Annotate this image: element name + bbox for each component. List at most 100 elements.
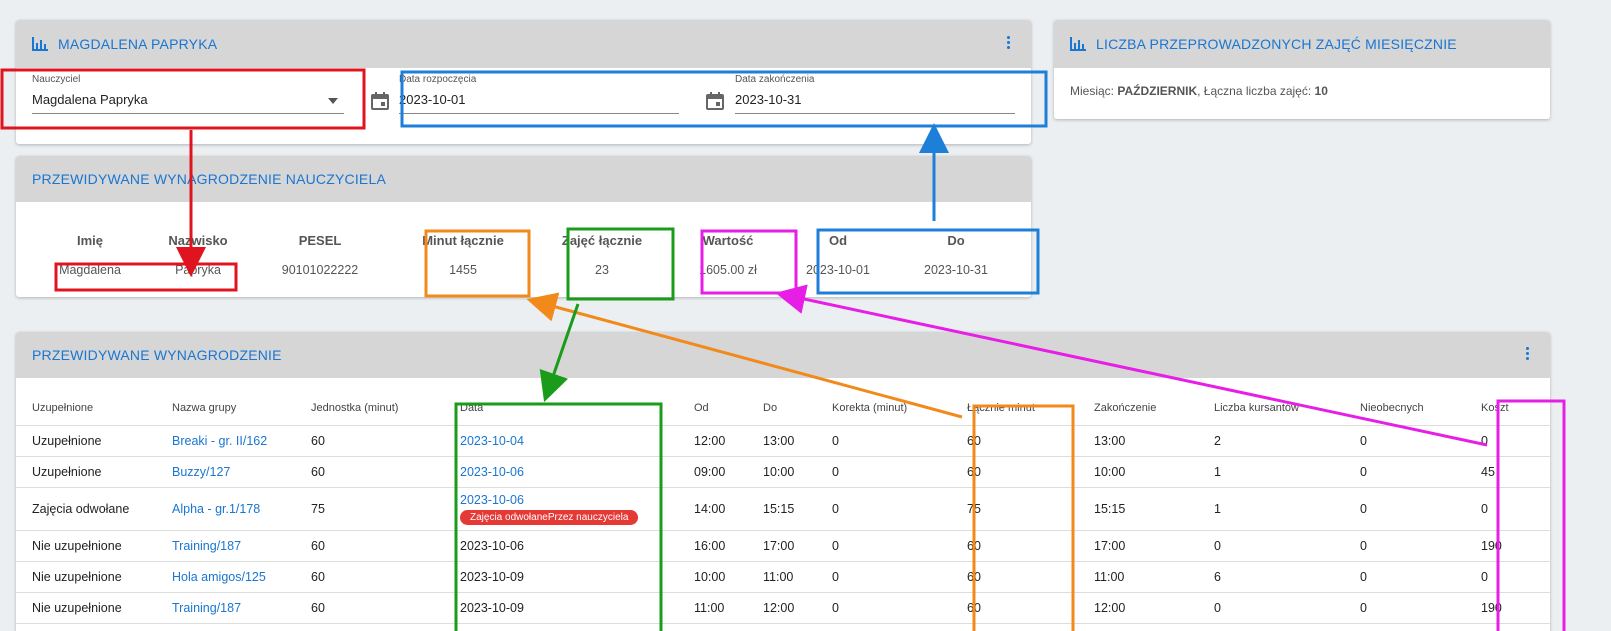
table-row: Nie uzupełnione Training/187 60 2023-10-09 1… xyxy=(16,592,1550,624)
cell-absent: 0 xyxy=(1344,530,1465,562)
cell-absent: 0 xyxy=(1344,456,1465,488)
cell-corr: 0 xyxy=(816,530,951,562)
table-card-header: PRZEWIDYWANE WYNAGRODZENIE xyxy=(16,332,1550,378)
header-value: Wartość xyxy=(702,233,754,248)
cell-cost: 190 xyxy=(1465,530,1550,562)
filter-card-title: MAGDALENA PAPRYKA xyxy=(58,36,218,52)
cell-date: 2023-10-09 xyxy=(444,561,678,593)
start-date-field[interactable]: Data rozpoczęcia 2023-10-01 xyxy=(399,74,679,114)
column-header[interactable]: Do xyxy=(747,392,816,426)
column-header[interactable]: Jednostka (minut) xyxy=(295,392,444,426)
month-value: PAŹDZIERNIK xyxy=(1117,84,1198,98)
cell-cost: 45 xyxy=(1465,456,1550,488)
column-header[interactable]: Liczba kursantów xyxy=(1198,392,1344,426)
cell-date[interactable]: 2023-10-04 xyxy=(444,425,678,457)
cell-end: 13:00 xyxy=(1078,425,1198,457)
dropdown-arrow-icon[interactable] xyxy=(328,98,338,104)
monthly-summary: Miesiąc: PAŹDZIERNIK, Łączna liczba zaję… xyxy=(1070,84,1328,98)
cell-group[interactable]: Hola amigos/125 xyxy=(156,561,295,593)
cell-date: 2023-10-06 xyxy=(444,530,678,562)
cell-corr: 0 xyxy=(816,592,951,624)
table-card-title: PRZEWIDYWANE WYNAGRODZENIE xyxy=(32,347,282,363)
end-date-field[interactable]: Data zakończenia 2023-10-31 xyxy=(735,74,1015,114)
more-vert-icon[interactable] xyxy=(1526,347,1530,363)
cell-date[interactable]: 2023-10-06 Zajęcia odwołanePrzez nauczyci… xyxy=(444,487,678,531)
cell-status: Uzupełnione xyxy=(16,456,156,488)
cell-corr: 0 xyxy=(816,561,951,593)
calendar-icon[interactable] xyxy=(705,91,725,111)
cell-cost: 0 xyxy=(1465,425,1550,457)
table-row: Uzupełnione Buzzy/127 60 2023-10-06 09:00 10:… xyxy=(16,456,1550,488)
cell-absent: 0 xyxy=(1344,425,1465,457)
salary-card-header: PRZEWIDYWANE WYNAGRODZENIE NAUCZYCIELA xyxy=(16,156,1031,202)
cell-date: 2023-10-09 xyxy=(444,592,678,624)
month-prefix: Miesiąc: xyxy=(1070,84,1118,98)
date-link[interactable]: 2023-10-06 xyxy=(460,493,678,507)
cell-corr: 0 xyxy=(816,425,951,457)
cell-group[interactable]: Buzzy/127 xyxy=(156,456,295,488)
cell-cost: 0 xyxy=(1465,487,1550,531)
cell-from: 12:00 xyxy=(678,425,747,457)
start-date-label: Data rozpoczęcia xyxy=(399,74,477,85)
cell-status: Zajęcia odwołane xyxy=(16,487,156,531)
column-header[interactable]: Data xyxy=(444,392,678,426)
cell-total: 60 xyxy=(951,530,1078,562)
column-header[interactable]: Nazwa grupy xyxy=(156,392,295,426)
monthly-card: LICZBA PRZEPROWADZONYCH ZAJĘĆ MIESIĘCZNI… xyxy=(1054,20,1550,119)
table-row: Uzupełnione Breaki - gr. II/162 60 2023-10-… xyxy=(16,425,1550,457)
value-amount: 1605.00 zł xyxy=(699,263,757,277)
value-minutes: 1455 xyxy=(449,263,477,277)
teacher-label: Nauczyciel xyxy=(32,74,81,85)
cell-total: 60 xyxy=(951,456,1078,488)
end-date-label: Data zakończenia xyxy=(735,74,815,85)
cell-status: Nie uzupełnione xyxy=(16,592,156,624)
teacher-select[interactable]: Nauczyciel Magdalena Papryka xyxy=(32,74,344,114)
total-prefix: , Łączna liczba zajęć: xyxy=(1197,84,1315,98)
cell-group[interactable]: Training/187 xyxy=(156,530,295,562)
column-header[interactable]: Zakończenie xyxy=(1078,392,1198,426)
column-header[interactable]: Uzupełnione xyxy=(16,392,156,426)
cell-students: 0 xyxy=(1198,592,1344,624)
cell-students: 0 xyxy=(1198,530,1344,562)
cell-date[interactable]: 2023-10-06 xyxy=(444,456,678,488)
cell-total: 75 xyxy=(951,487,1078,531)
cell-corr: 0 xyxy=(816,487,951,531)
cell-group[interactable]: Alpha - gr.1/178 xyxy=(156,487,295,531)
value-lessons: 23 xyxy=(595,263,609,277)
table-row: Nie uzupełnione Training/187 60 2023-10-06 1… xyxy=(16,530,1550,562)
cell-end: 10:00 xyxy=(1078,456,1198,488)
cell-to: 10:00 xyxy=(747,456,816,488)
more-vert-icon[interactable] xyxy=(1007,36,1011,52)
column-header[interactable]: Korekta (minut) xyxy=(816,392,951,426)
cell-absent: 0 xyxy=(1344,592,1465,624)
cell-absent: 0 xyxy=(1344,561,1465,593)
column-header[interactable]: Łącznie minut xyxy=(951,392,1078,426)
bar-chart-icon xyxy=(32,37,48,51)
monthly-card-header: LICZBA PRZEPROWADZONYCH ZAJĘĆ MIESIĘCZNI… xyxy=(1054,20,1550,68)
start-date-value: 2023-10-01 xyxy=(399,85,679,114)
column-header[interactable]: Nieobecnych xyxy=(1344,392,1465,426)
calendar-icon[interactable] xyxy=(370,91,390,111)
table-row: Zajęcia odwołane Alpha - gr.1/178 75 2023-1… xyxy=(16,487,1550,531)
table-header-row: Uzupełnione Nazwa grupy Jednostka (minut) D… xyxy=(16,392,1550,426)
header-pesel: PESEL xyxy=(298,233,342,248)
monthly-card-title: LICZBA PRZEPROWADZONYCH ZAJĘĆ MIESIĘCZNI… xyxy=(1096,36,1457,52)
column-header[interactable]: Od xyxy=(678,392,747,426)
header-first-name: Imię xyxy=(76,233,103,248)
cell-to: 11:00 xyxy=(747,561,816,593)
end-date-value: 2023-10-31 xyxy=(735,85,1015,114)
total-value: 10 xyxy=(1314,84,1328,98)
header-last-name: Nazwisko xyxy=(168,233,228,248)
cell-from: 16:00 xyxy=(678,530,747,562)
cell-to: 15:15 xyxy=(747,487,816,531)
column-header[interactable]: Koszt xyxy=(1465,392,1550,426)
cell-to: 17:00 xyxy=(747,530,816,562)
salary-card-title: PRZEWIDYWANE WYNAGRODZENIE NAUCZYCIELA xyxy=(32,171,386,187)
value-last-name: Papryka xyxy=(175,263,221,277)
cell-cost: 0 xyxy=(1465,561,1550,593)
cell-group[interactable]: Breaki - gr. II/162 xyxy=(156,425,295,457)
cell-end: 17:00 xyxy=(1078,530,1198,562)
cell-group[interactable]: Training/187 xyxy=(156,592,295,624)
cell-students: 6 xyxy=(1198,561,1344,593)
cell-total: 60 xyxy=(951,592,1078,624)
